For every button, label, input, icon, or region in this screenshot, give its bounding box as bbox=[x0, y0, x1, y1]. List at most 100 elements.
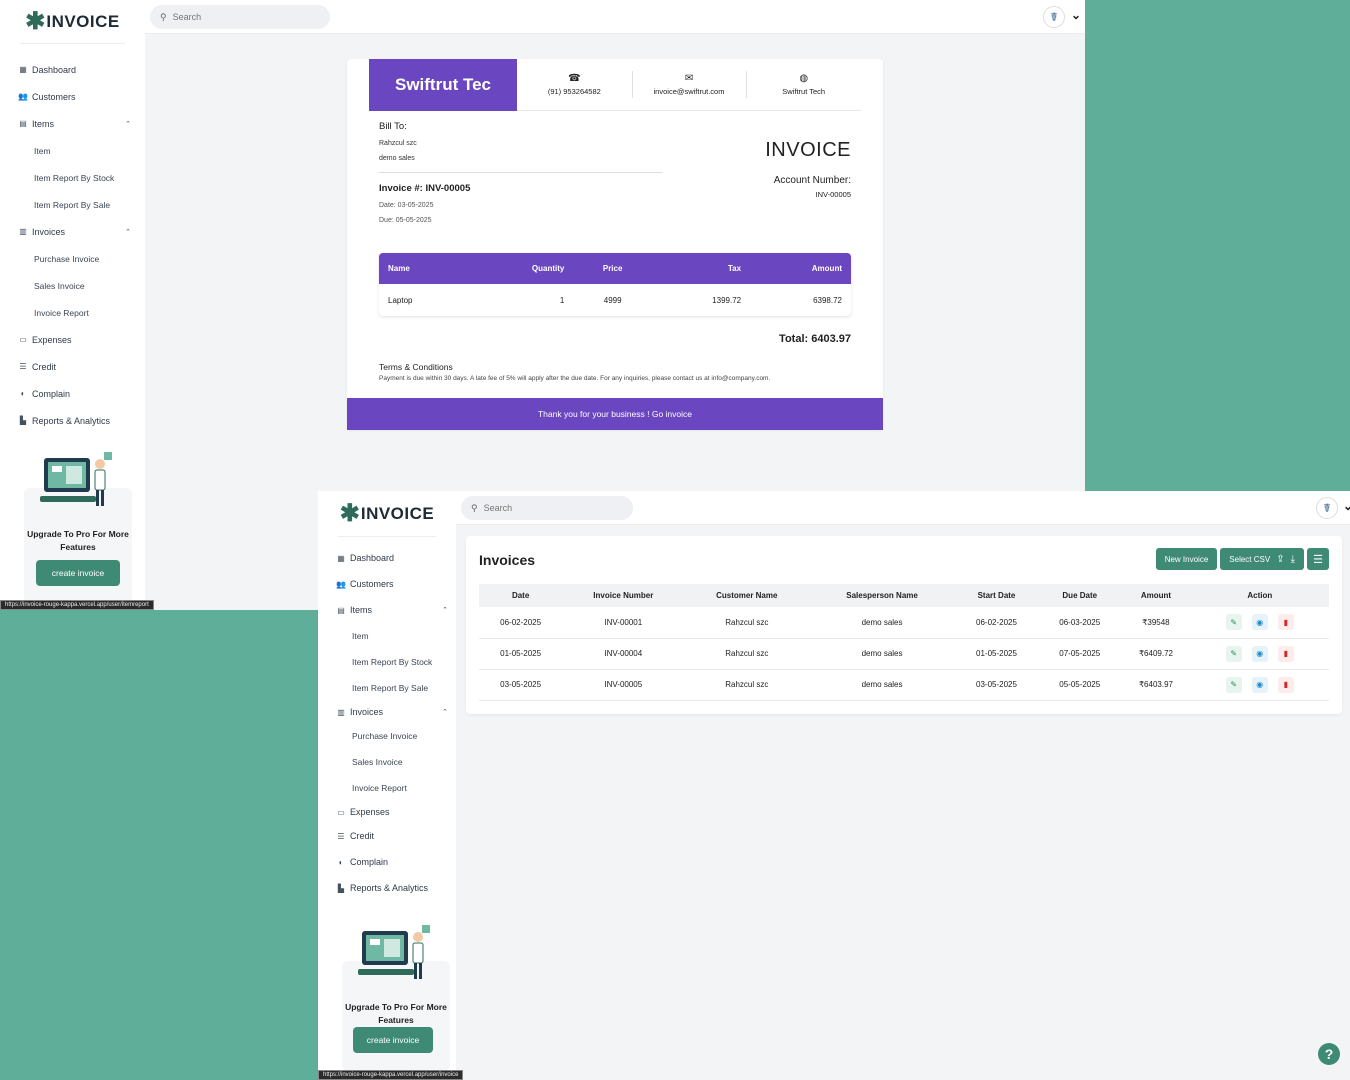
cell-start-date: 03-05-2025 bbox=[954, 669, 1039, 701]
trash-icon[interactable]: ▮ bbox=[1277, 645, 1294, 662]
sidebar-subitem-item-report-by-stock[interactable]: Item Report By Stock bbox=[0, 164, 145, 191]
column-header-customer-name: Customer Name bbox=[684, 584, 810, 607]
chat-icon: ◐ bbox=[338, 857, 344, 867]
sidebar-subitem-item-report-by-sale[interactable]: Item Report By Sale bbox=[318, 675, 456, 701]
sidebar-subitem-sales-invoice[interactable]: Sales Invoice bbox=[318, 749, 456, 775]
item-quantity: 1 bbox=[467, 284, 574, 316]
sidebar-subitem-purchase-invoice[interactable]: Purchase Invoice bbox=[0, 245, 145, 272]
terms-heading: Terms & Conditions bbox=[379, 362, 453, 372]
sidebar-item-credit[interactable]: ☰ Credit bbox=[318, 823, 456, 849]
column-header-quantity: Quantity bbox=[467, 253, 574, 284]
trash-icon[interactable]: ▮ bbox=[1277, 676, 1294, 693]
create-invoice-button[interactable]: create invoice bbox=[353, 1027, 433, 1053]
avatar[interactable]: ☤ bbox=[1043, 6, 1065, 28]
menu-button[interactable]: ☰ bbox=[1307, 548, 1329, 570]
sidebar-subitem-invoice-report[interactable]: Invoice Report bbox=[318, 775, 456, 801]
cell-customer-name: Rahzcul szc bbox=[684, 669, 810, 701]
chat-icon: ◐ bbox=[20, 389, 26, 398]
search-icon: ⚲ bbox=[471, 502, 478, 513]
sidebar-item-expenses[interactable]: ▭ Expenses bbox=[318, 801, 456, 823]
upgrade-illustration bbox=[40, 452, 112, 506]
sidebar-item-dashboard[interactable]: ▦ Dashboard bbox=[318, 545, 456, 571]
sidebar-item-customers[interactable]: 👥 Customers bbox=[318, 571, 456, 597]
invoice-title: INVOICE bbox=[765, 139, 851, 161]
column-header-invoice-number: Invoice Number bbox=[562, 584, 685, 607]
column-header-price: Price bbox=[573, 253, 652, 284]
sidebar-item-label: Complain bbox=[350, 857, 389, 867]
cell-invoice-number: INV-00004 bbox=[562, 638, 685, 670]
eye-icon[interactable]: ◉ bbox=[1251, 645, 1268, 662]
money-icon: ▭ bbox=[19, 335, 27, 344]
sidebar-item-reports-analytics[interactable]: ▙ Reports & Analytics bbox=[0, 407, 145, 434]
sidebar-item-complain[interactable]: ◐ Complain bbox=[0, 380, 145, 407]
new-invoice-button[interactable]: New Invoice bbox=[1155, 548, 1218, 570]
sidebar-subitem-invoice-report[interactable]: Invoice Report bbox=[0, 299, 145, 326]
chevron-up-icon: ⌃ bbox=[442, 709, 448, 716]
trash-icon[interactable]: ▮ bbox=[1277, 614, 1294, 631]
eye-icon[interactable]: ◉ bbox=[1251, 676, 1268, 693]
phone-icon: ☎ bbox=[568, 73, 581, 84]
invoice-due: Due: 05-05-2025 bbox=[379, 217, 432, 224]
mail-icon: ✉ bbox=[684, 73, 694, 84]
eye-icon[interactable]: ◉ bbox=[1251, 614, 1268, 631]
chevron-down-icon[interactable]: ⌄ bbox=[1071, 8, 1081, 22]
logo-mark-icon: ✱ bbox=[25, 7, 46, 35]
logo-mark-icon: ✱ bbox=[339, 499, 360, 527]
sidebar-subitem-item-report-by-stock[interactable]: Item Report By Stock bbox=[318, 649, 456, 675]
sidebar-item-reports-analytics[interactable]: ▙ Reports & Analytics bbox=[318, 875, 456, 901]
search-input[interactable] bbox=[483, 503, 624, 513]
create-invoice-button[interactable]: create invoice bbox=[36, 560, 120, 586]
sidebar-item-customers[interactable]: 👥 Customers bbox=[0, 83, 145, 110]
sidebar-item-credit[interactable]: ☰ Credit bbox=[0, 353, 145, 380]
column-header-name: Name bbox=[379, 253, 468, 284]
sidebar-item-complain[interactable]: ◐ Complain bbox=[318, 849, 456, 875]
edit-icon[interactable]: ✎ bbox=[1225, 645, 1242, 662]
avatar[interactable]: ☤ bbox=[1316, 497, 1338, 519]
sidebar: ✱ INVOICE ▦ Dashboard 👥 Customers ▤ Items ⌃ … bbox=[0, 0, 145, 610]
edit-icon[interactable]: ✎ bbox=[1225, 614, 1242, 631]
sidebar-item-dashboard[interactable]: ▦ Dashboard bbox=[0, 56, 145, 83]
logo[interactable]: ✱ INVOICE bbox=[338, 491, 436, 537]
sidebar-subitem-item[interactable]: Item bbox=[0, 137, 145, 164]
page-title: Invoices bbox=[479, 552, 536, 568]
dashboard-icon: ▦ bbox=[19, 65, 27, 74]
sidebar-item-label: Customers bbox=[32, 91, 76, 102]
contact-email: ✉ invoice@swiftrut.com bbox=[631, 59, 747, 111]
cell-salesperson-name: demo sales bbox=[809, 638, 955, 670]
sidebar-item-label: Invoices bbox=[350, 707, 384, 717]
logo[interactable]: ✱ INVOICE bbox=[20, 0, 125, 44]
chevron-down-icon[interactable]: ⌄ bbox=[1343, 499, 1350, 513]
invoice-actions: New Invoice Select CSV ⇪ ⤓ ☰ bbox=[1155, 548, 1329, 570]
sidebar-item-items[interactable]: ▤ Items ⌃ bbox=[0, 110, 145, 137]
sidebar-subitem-purchase-invoice[interactable]: Purchase Invoice bbox=[318, 723, 456, 749]
sidebar-item-invoices[interactable]: ▥ Invoices ⌃ bbox=[318, 701, 456, 723]
sidebar-item-expenses[interactable]: ▭ Expenses bbox=[0, 326, 145, 353]
sidebar-subitem-sales-invoice[interactable]: Sales Invoice bbox=[0, 272, 145, 299]
search-bar[interactable]: ⚲ bbox=[150, 5, 330, 29]
invoices-card: Invoices New Invoice Select CSV ⇪ ⤓ ☰ Da… bbox=[466, 536, 1342, 714]
account-number-value: INV-00005 bbox=[815, 190, 851, 199]
help-button[interactable]: ? bbox=[1318, 1043, 1340, 1065]
table-row: 01-05-2025 INV-00004 Rahzcul szc demo sa… bbox=[479, 638, 1329, 670]
topbar: ⚲ ☤ ⌄ bbox=[456, 491, 1350, 525]
sidebar-item-invoices[interactable]: ▥ Invoices ⌃ bbox=[0, 218, 145, 245]
upgrade-illustration bbox=[358, 925, 430, 979]
item-tax: 1399.72 bbox=[651, 284, 751, 316]
select-csv-button[interactable]: Select CSV ⇪ ⤓ bbox=[1220, 548, 1304, 570]
website-text: Swiftrut Tech bbox=[782, 87, 826, 96]
cell-customer-name: Rahzcul szc bbox=[684, 638, 810, 670]
search-bar[interactable]: ⚲ bbox=[461, 496, 633, 520]
item-amount: 6398.72 bbox=[750, 284, 851, 316]
upload-icon[interactable]: ⇪ bbox=[1276, 554, 1284, 565]
invoice-items-table: Name Quantity Price Tax Amount Laptop 1 … bbox=[379, 253, 851, 316]
search-input[interactable] bbox=[172, 12, 313, 22]
sidebar-subitem-item[interactable]: Item bbox=[318, 623, 456, 649]
sidebar-nav: ▦ Dashboard 👥 Customers ▤ Items ⌃ Item Item … bbox=[318, 545, 456, 901]
sidebar-subitem-item-report-by-sale[interactable]: Item Report By Sale bbox=[0, 191, 145, 218]
column-header-tax: Tax bbox=[651, 253, 751, 284]
edit-icon[interactable]: ✎ bbox=[1225, 676, 1242, 693]
cell-salesperson-name: demo sales bbox=[809, 669, 955, 701]
sidebar-item-items[interactable]: ▤ Items ⌃ bbox=[318, 597, 456, 623]
download-icon[interactable]: ⤓ bbox=[1291, 554, 1295, 565]
account-number-label: Account Number: bbox=[773, 175, 851, 186]
